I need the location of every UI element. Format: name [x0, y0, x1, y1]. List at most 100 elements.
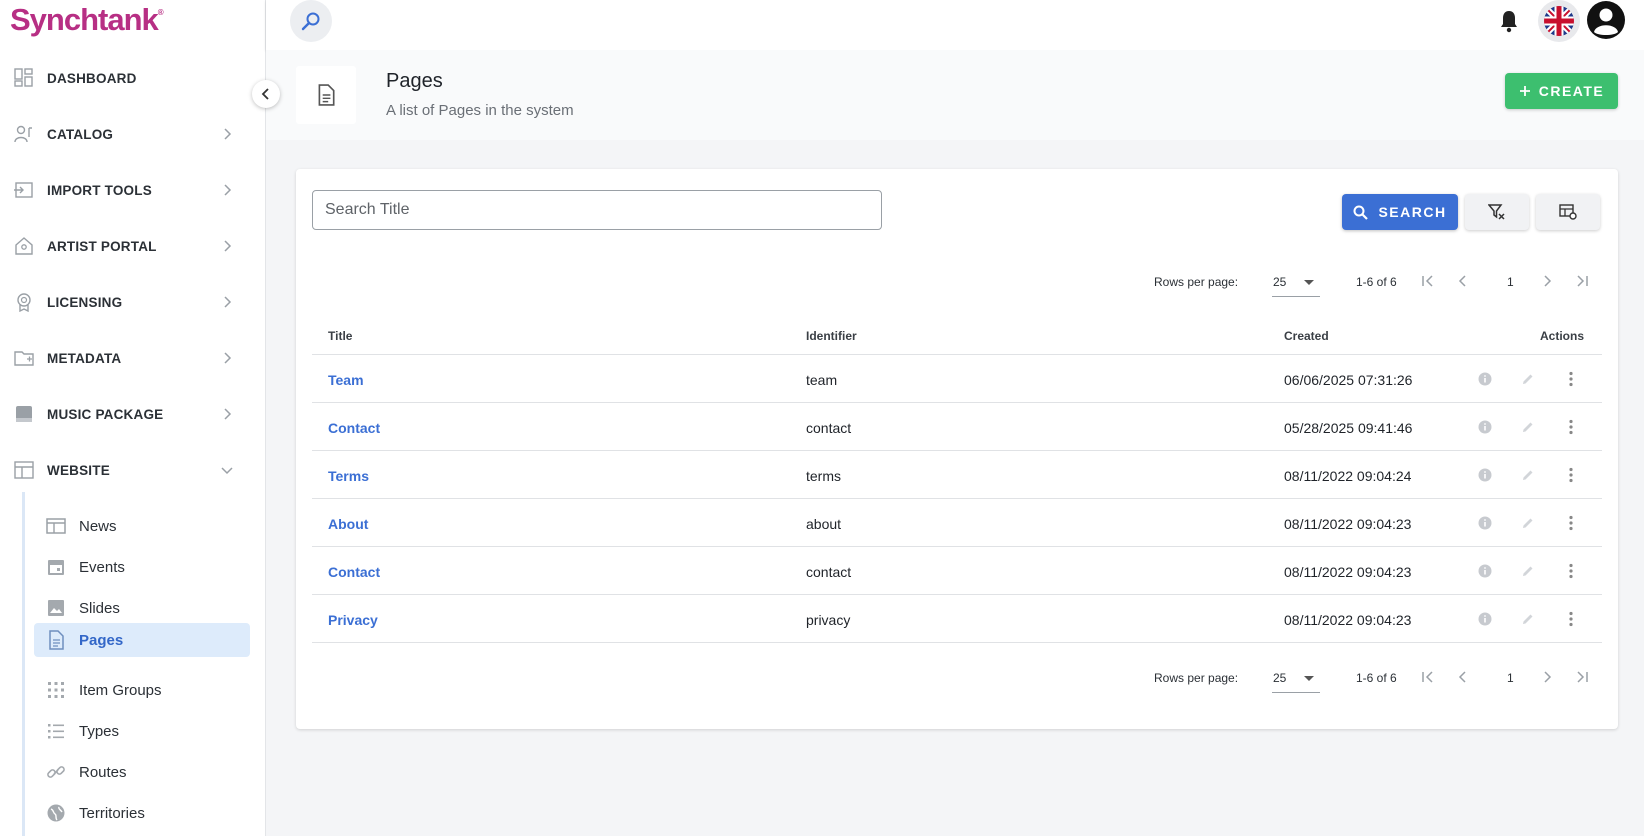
info-icon	[1478, 372, 1492, 386]
more-actions-button[interactable]	[1561, 513, 1581, 533]
sidebar-item-label: Slides	[79, 599, 120, 617]
nav-label: METADATA	[47, 350, 122, 366]
first-page-button[interactable]	[1416, 665, 1440, 689]
edit-icon	[1523, 422, 1533, 432]
last-page-button[interactable]	[1570, 269, 1594, 293]
column-settings-button[interactable]	[1536, 194, 1600, 230]
nav-dashboard[interactable]: DASHBOARD	[0, 58, 266, 98]
more-vertical-icon	[1569, 563, 1573, 579]
more-actions-button[interactable]	[1561, 609, 1581, 629]
top-bar	[266, 0, 1644, 50]
row-created: 08/11/2022 09:04:23	[1284, 564, 1412, 580]
row-title-link[interactable]: Team	[328, 372, 364, 388]
chevron-right-icon	[224, 240, 232, 252]
edit-button[interactable]	[1518, 369, 1538, 389]
info-icon	[1478, 564, 1492, 578]
sidebar-item-events[interactable]: Events	[34, 550, 250, 584]
nav-label: CATALOG	[47, 126, 114, 142]
edit-icon	[1523, 566, 1533, 576]
subnav-rail	[22, 492, 25, 836]
clear-filter-icon	[1488, 204, 1505, 220]
rows-per-page-select[interactable]: 25	[1272, 267, 1320, 297]
column-header-title[interactable]: Title	[328, 329, 352, 343]
page-subtitle: A list of Pages in the system	[386, 102, 574, 119]
previous-page-button[interactable]	[1451, 665, 1475, 689]
rows-per-page-label: Rows per page:	[1154, 275, 1239, 289]
previous-page-button[interactable]	[1451, 269, 1475, 293]
search-title-input[interactable]	[312, 190, 882, 230]
search-button-label: SEARCH	[1378, 204, 1447, 220]
info-button[interactable]	[1475, 369, 1495, 389]
column-header-actions: Actions	[1540, 329, 1585, 343]
globe-icon	[47, 804, 65, 822]
notification-bell-icon[interactable]	[1496, 8, 1522, 34]
language-selector[interactable]	[1538, 0, 1580, 42]
nav-music-package[interactable]: MUSIC PACKAGE	[0, 394, 266, 434]
nav-import-tools[interactable]: IMPORT TOOLS	[0, 170, 266, 210]
grid-icon	[48, 682, 64, 698]
edit-button[interactable]	[1518, 465, 1538, 485]
package-icon	[16, 406, 32, 422]
column-header-identifier[interactable]: Identifier	[806, 329, 857, 343]
sidebar-item-pages[interactable]: Pages	[34, 623, 250, 657]
edit-button[interactable]	[1518, 417, 1538, 437]
sidebar-item-news[interactable]: News	[34, 509, 250, 543]
nav-website[interactable]: WEBSITE	[0, 450, 266, 490]
website-icon	[14, 461, 34, 479]
more-actions-button[interactable]	[1561, 369, 1581, 389]
clear-filters-button[interactable]	[1465, 194, 1529, 230]
search-button[interactable]: SEARCH	[1342, 194, 1458, 230]
global-search-button[interactable]	[290, 0, 332, 42]
next-page-button[interactable]	[1535, 665, 1559, 689]
more-actions-button[interactable]	[1561, 465, 1581, 485]
news-icon	[46, 518, 66, 534]
edit-button[interactable]	[1518, 513, 1538, 533]
edit-button[interactable]	[1518, 561, 1538, 581]
info-button[interactable]	[1475, 465, 1495, 485]
user-avatar-icon[interactable]	[1586, 0, 1626, 40]
row-title-link[interactable]: Terms	[328, 468, 369, 484]
more-actions-button[interactable]	[1561, 561, 1581, 581]
chevron-right-icon	[224, 408, 232, 420]
sidebar-item-label: Pages	[79, 631, 124, 649]
info-button[interactable]	[1475, 417, 1495, 437]
create-button[interactable]: CREATE	[1505, 73, 1618, 109]
row-title-link[interactable]: Contact	[328, 564, 380, 580]
catalog-icon	[14, 125, 32, 143]
nav-label: IMPORT TOOLS	[47, 182, 152, 198]
import-icon	[14, 182, 33, 198]
last-page-button[interactable]	[1570, 665, 1594, 689]
page-header: Pages A list of Pages in the system CREA…	[266, 50, 1644, 140]
more-actions-button[interactable]	[1561, 417, 1581, 437]
sidebar-item-slides[interactable]: Slides	[34, 591, 250, 625]
more-vertical-icon	[1569, 371, 1573, 387]
info-button[interactable]	[1475, 609, 1495, 629]
first-page-button[interactable]	[1416, 269, 1440, 293]
row-title-link[interactable]: About	[328, 516, 368, 532]
table-row: Contact contact 05/28/2025 09:41:46	[312, 403, 1602, 451]
pagination-bottom: Rows per page: 25 1-6 of 6 1	[296, 659, 1618, 699]
nav-licensing[interactable]: LICENSING	[0, 282, 266, 322]
nav-metadata[interactable]: METADATA	[0, 338, 266, 378]
column-header-created[interactable]: Created	[1284, 329, 1329, 343]
info-button[interactable]	[1475, 513, 1495, 533]
row-title-link[interactable]: Contact	[328, 420, 380, 436]
pages-table: Title Identifier Created Actions Team te…	[312, 309, 1602, 643]
sidebar-item-routes[interactable]: Routes	[34, 755, 250, 789]
nav-artist-portal[interactable]: ARTIST PORTAL	[0, 226, 266, 266]
sidebar-item-label: Events	[79, 558, 125, 576]
nav-label: ARTIST PORTAL	[47, 238, 157, 254]
next-page-button[interactable]	[1535, 269, 1559, 293]
nav-catalog[interactable]: CATALOG	[0, 114, 266, 154]
row-title-link[interactable]: Privacy	[328, 612, 378, 628]
collapse-sidebar-button[interactable]	[252, 80, 280, 108]
sidebar-item-types[interactable]: Types	[34, 714, 250, 748]
current-page: 1	[1507, 671, 1514, 685]
rows-per-page-select[interactable]: 25	[1272, 663, 1320, 693]
page-title: Pages	[386, 70, 443, 92]
sidebar-item-item-groups[interactable]: Item Groups	[34, 673, 250, 707]
edit-button[interactable]	[1518, 609, 1538, 629]
sidebar-item-territories[interactable]: Territories	[34, 796, 250, 830]
info-button[interactable]	[1475, 561, 1495, 581]
brand-logo[interactable]: Synchtank®	[10, 2, 164, 38]
